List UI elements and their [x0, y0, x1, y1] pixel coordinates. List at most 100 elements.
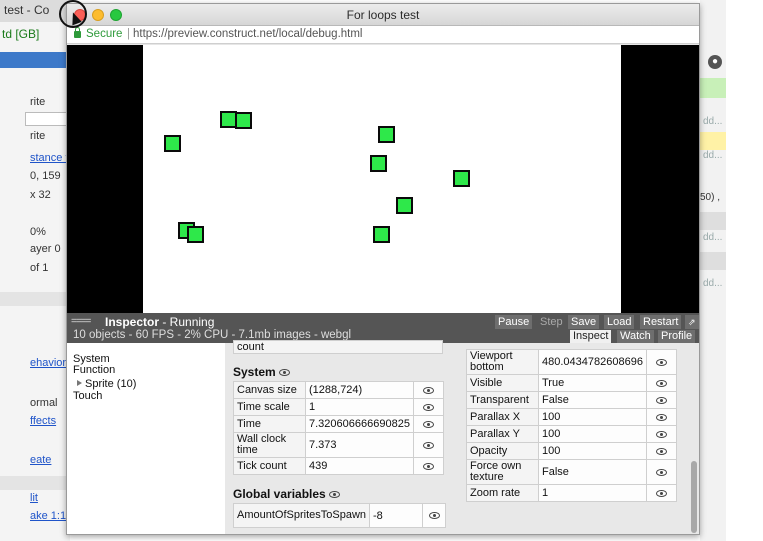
property-value[interactable]: False — [538, 459, 647, 485]
sprite-instance — [378, 126, 395, 143]
editor-property-text[interactable]: ehaviors — [0, 357, 70, 369]
property-name: AmountOfSpritesToSpawn — [232, 503, 371, 528]
load-button[interactable]: Load — [604, 315, 635, 329]
editor-property-text: of 1 — [30, 262, 49, 274]
editor-separator — [0, 476, 70, 490]
url-text[interactable]: https://preview.construct.net/local/debu… — [133, 28, 362, 40]
watch-cell — [645, 442, 677, 460]
watch-eye-icon[interactable] — [279, 369, 291, 377]
editor-field[interactable] — [25, 112, 70, 126]
property-value[interactable]: 480.0434782608696 — [538, 349, 647, 375]
property-value[interactable]: 1 — [538, 484, 647, 502]
editor-add-action[interactable]: dd... — [700, 150, 726, 166]
property-row: Parallax Y 100 — [466, 425, 677, 443]
watch-cell — [645, 425, 677, 443]
restart-button[interactable]: Restart — [640, 315, 682, 329]
tab-inspect[interactable]: Inspect — [570, 330, 612, 343]
inspector-body: System Function Sprite (10) Touch count … — [67, 340, 699, 534]
drag-grip-icon[interactable]: ==== — [71, 316, 91, 327]
property-value[interactable]: 100 — [538, 442, 647, 460]
property-name: Zoom rate — [466, 484, 539, 502]
editor-property-text[interactable]: stance v — [0, 152, 70, 164]
window-title: For loops test — [346, 8, 420, 22]
editor-property-text[interactable]: ake 1:1 — [0, 510, 70, 522]
scrollbar[interactable] — [691, 461, 697, 533]
editor-property-text: ayer 0 — [30, 243, 61, 255]
property-value[interactable]: 7.320606666690825 — [305, 415, 414, 433]
watch-eye-icon[interactable] — [655, 430, 667, 438]
property-row: Tick count 439 — [233, 457, 444, 475]
property-value[interactable]: 7.373 — [305, 432, 414, 458]
editor-property-text[interactable]: lit — [0, 492, 70, 504]
editor-event-row — [700, 212, 726, 230]
watch-eye-icon[interactable] — [422, 462, 434, 470]
watch-eye-icon[interactable] — [655, 379, 667, 387]
editor-add-action[interactable]: dd... — [700, 116, 726, 132]
property-value[interactable]: -8 — [369, 503, 424, 528]
property-value[interactable]: 439 — [305, 457, 414, 475]
editor-property-text[interactable]: ffects — [0, 415, 70, 427]
game-canvas[interactable] — [67, 45, 699, 313]
property-value[interactable]: True — [538, 374, 647, 392]
tree-item-function[interactable]: Function — [73, 364, 115, 376]
watch-eye-icon[interactable] — [422, 386, 434, 394]
watch-eye-icon[interactable] — [655, 358, 667, 366]
watch-cell — [645, 349, 677, 375]
preview-window: For loops test Secure | https://preview.… — [66, 3, 700, 535]
property-value[interactable]: 1 — [305, 398, 414, 416]
tab-profile[interactable]: Profile — [658, 330, 696, 343]
editor-property-text: 0, 159 — [30, 170, 61, 182]
title-bar[interactable]: For loops test — [67, 4, 699, 26]
address-bar[interactable]: Secure | https://preview.construct.net/l… — [67, 26, 699, 44]
popout-icon[interactable]: ⇗ — [685, 315, 699, 329]
watch-eye-icon[interactable] — [655, 413, 667, 421]
watch-cell — [645, 484, 677, 502]
property-name: Tick count — [233, 457, 306, 475]
property-value[interactable]: False — [538, 391, 647, 409]
secure-label: Secure — [86, 28, 123, 40]
tab-watch[interactable]: Watch — [617, 330, 654, 343]
cut-row: count — [233, 340, 443, 354]
game-viewport[interactable] — [143, 45, 621, 313]
inspector-title: Inspector - Running — [105, 315, 215, 329]
watch-eye-icon[interactable] — [655, 447, 667, 455]
watch-eye-icon[interactable] — [655, 396, 667, 404]
property-row: Parallax X 100 — [466, 408, 677, 426]
watch-cell — [412, 432, 444, 458]
property-row: Visible True — [466, 374, 677, 392]
editor-property-text: rite — [30, 130, 46, 142]
property-name: Force own texture — [466, 459, 539, 485]
watch-eye-icon[interactable] — [428, 512, 440, 520]
sprite-instance — [396, 197, 413, 214]
property-value[interactable]: 100 — [538, 408, 647, 426]
property-row: Transparent False — [466, 391, 677, 409]
watch-cell — [645, 391, 677, 409]
save-button[interactable]: Save — [568, 315, 600, 329]
expand-triangle-icon[interactable] — [77, 380, 82, 386]
editor-event-row — [700, 252, 726, 270]
watch-cell — [645, 374, 677, 392]
step-button[interactable]: Step — [537, 315, 566, 329]
tree-item-touch[interactable]: Touch — [73, 390, 102, 402]
watch-eye-icon[interactable] — [655, 468, 667, 476]
watch-eye-icon[interactable] — [422, 441, 434, 449]
watch-eye-icon[interactable] — [422, 420, 434, 428]
sprite-panel: Viewport bottom 480.0434782608696 Visible T… — [466, 343, 677, 534]
editor-right-panel: ● dd... dd... 50) , dd... dd... — [700, 0, 763, 541]
tree-item-sprite[interactable]: Sprite (10) — [77, 378, 136, 390]
property-value[interactable]: (1288,724) — [305, 381, 414, 399]
editor-add-action[interactable]: dd... — [700, 232, 726, 248]
watch-eye-icon[interactable] — [422, 403, 434, 411]
editor-event-text: 50) , — [700, 192, 721, 203]
editor-add-action[interactable]: dd... — [700, 278, 726, 294]
property-value[interactable]: 100 — [538, 425, 647, 443]
watch-eye-icon[interactable] — [329, 491, 341, 499]
editor-property-text[interactable]: eate — [0, 454, 70, 466]
sprite-instance — [453, 170, 470, 187]
property-row: Viewport bottom 480.0434782608696 — [466, 349, 677, 375]
screen: test - Co td [GB] rite rite stance v 0, 159… — [0, 0, 763, 541]
user-icon[interactable]: ● — [708, 55, 722, 69]
watch-eye-icon[interactable] — [655, 489, 667, 497]
pause-button[interactable]: Pause — [495, 315, 533, 329]
property-row: Canvas size (1288,724) — [233, 381, 444, 399]
